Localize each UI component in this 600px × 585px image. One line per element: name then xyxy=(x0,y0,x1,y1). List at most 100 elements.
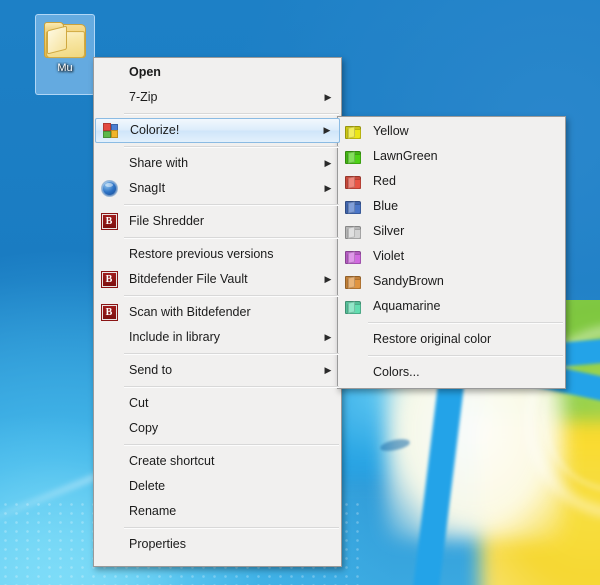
menu-item-label: Send to xyxy=(123,358,322,383)
folder-icon xyxy=(339,171,367,193)
folder-flap xyxy=(47,26,67,55)
bitdefender-icon-badge: B xyxy=(102,214,117,229)
menu-item-7-zip[interactable]: 7-Zip▶ xyxy=(95,85,340,110)
bitdefender-icon-badge: B xyxy=(102,305,117,320)
colorize-submenu[interactable]: YellowLawnGreenRedBlueSilverVioletSandyB… xyxy=(337,116,566,389)
menu-item-label: Restore original color xyxy=(367,327,546,352)
colorize-item-lawngreen[interactable]: LawnGreen xyxy=(339,144,564,169)
menu-item-open[interactable]: Open xyxy=(95,60,340,85)
menu-item-label: Rename xyxy=(123,499,322,524)
menu-separator xyxy=(124,237,339,239)
menu-item-label: Aquamarine xyxy=(367,294,546,319)
icon-slot-empty xyxy=(95,451,123,473)
folder-icon-shape xyxy=(345,200,361,214)
menu-separator xyxy=(124,146,339,148)
menu-item-bitdefender-file-vault[interactable]: B Bitdefender File Vault▶ xyxy=(95,267,340,292)
menu-separator xyxy=(124,353,339,355)
bitdefender-icon: B xyxy=(95,302,123,324)
submenu-arrow-icon: ▶ xyxy=(322,151,334,176)
folder-icon-shape xyxy=(345,300,361,314)
folder-icon xyxy=(339,146,367,168)
menu-item-label: Include in library xyxy=(123,325,322,350)
menu-item-label: Bitdefender File Vault xyxy=(123,267,322,292)
folder-icon-shape xyxy=(345,150,361,164)
icon-slot-empty xyxy=(95,327,123,349)
folder-icon-shape xyxy=(345,125,361,139)
menu-item-label: Create shortcut xyxy=(123,449,322,474)
folder-icon-shape xyxy=(345,225,361,239)
desktop-folder-icon[interactable]: Mu xyxy=(35,14,95,95)
submenu-arrow-icon: ▶ xyxy=(322,325,334,350)
menu-item-create-shortcut[interactable]: Create shortcut xyxy=(95,449,340,474)
menu-item-label: Colorize! xyxy=(124,118,321,143)
colorize-item-aquamarine[interactable]: Aquamarine xyxy=(339,294,564,319)
globe-icon xyxy=(95,178,123,200)
bitdefender-icon: B xyxy=(95,269,123,291)
colorize-item-violet[interactable]: Violet xyxy=(339,244,564,269)
colorize-item-colors[interactable]: Colors... xyxy=(339,360,564,385)
menu-item-scan-with-bitdefender[interactable]: BScan with Bitdefender xyxy=(95,300,340,325)
bitdefender-icon: B xyxy=(95,211,123,233)
icon-slot-empty xyxy=(339,329,367,351)
folder-icon xyxy=(339,271,367,293)
menu-item-copy[interactable]: Copy xyxy=(95,416,340,441)
folder-icon xyxy=(43,22,87,60)
folder-icon-shape xyxy=(345,175,361,189)
menu-item-label: Red xyxy=(367,169,546,194)
menu-item-label: Copy xyxy=(123,416,322,441)
colorize-item-sandybrown[interactable]: SandyBrown xyxy=(339,269,564,294)
colorize-item-red[interactable]: Red xyxy=(339,169,564,194)
bitdefender-icon-badge: B xyxy=(102,272,117,287)
submenu-arrow-icon: ▶ xyxy=(321,118,333,143)
menu-item-label: SandyBrown xyxy=(367,269,546,294)
folder-icon xyxy=(339,221,367,243)
menu-item-rename[interactable]: Rename xyxy=(95,499,340,524)
submenu-arrow-icon: ▶ xyxy=(322,267,334,292)
icon-slot-empty xyxy=(95,244,123,266)
colorize-icon-swatches xyxy=(103,123,118,138)
menu-item-label: Silver xyxy=(367,219,546,244)
menu-separator xyxy=(124,295,339,297)
menu-separator xyxy=(124,527,339,529)
menu-separator xyxy=(368,355,563,357)
menu-item-snagit[interactable]: SnagIt▶ xyxy=(95,176,340,201)
icon-slot-empty xyxy=(95,153,123,175)
colorize-item-yellow[interactable]: Yellow xyxy=(339,119,564,144)
menu-item-label: 7-Zip xyxy=(123,85,322,110)
menu-item-label: Yellow xyxy=(367,119,546,144)
menu-item-share-with[interactable]: Share with▶ xyxy=(95,151,340,176)
menu-item-label: Cut xyxy=(123,391,322,416)
colorize-item-restore-original-color[interactable]: Restore original color xyxy=(339,327,564,352)
colorize-item-silver[interactable]: Silver xyxy=(339,219,564,244)
menu-separator xyxy=(124,386,339,388)
menu-item-restore-previous-versions[interactable]: Restore previous versions xyxy=(95,242,340,267)
icon-slot-empty xyxy=(95,393,123,415)
colorize-icon xyxy=(96,120,124,142)
folder-icon xyxy=(339,246,367,268)
menu-separator xyxy=(124,444,339,446)
icon-slot-empty xyxy=(95,360,123,382)
menu-item-send-to[interactable]: Send to▶ xyxy=(95,358,340,383)
menu-item-file-shredder[interactable]: B File Shredder xyxy=(95,209,340,234)
menu-item-properties[interactable]: Properties xyxy=(95,532,340,557)
submenu-arrow-icon: ▶ xyxy=(322,85,334,110)
menu-item-cut[interactable]: Cut xyxy=(95,391,340,416)
menu-item-label: File Shredder xyxy=(123,209,322,234)
menu-item-label: Properties xyxy=(123,532,322,557)
menu-separator xyxy=(124,204,339,206)
menu-item-delete[interactable]: Delete xyxy=(95,474,340,499)
submenu-arrow-icon: ▶ xyxy=(322,358,334,383)
colorize-item-blue[interactable]: Blue xyxy=(339,194,564,219)
menu-item-label: Colors... xyxy=(367,360,546,385)
icon-slot-empty xyxy=(95,501,123,523)
menu-separator xyxy=(124,113,339,115)
folder-icon xyxy=(339,196,367,218)
menu-item-label: Blue xyxy=(367,194,546,219)
menu-item-label: Restore previous versions xyxy=(123,242,322,267)
menu-item-include-in-library[interactable]: Include in library▶ xyxy=(95,325,340,350)
icon-slot-empty xyxy=(95,418,123,440)
menu-item-colorize[interactable]: Colorize!▶ xyxy=(95,118,340,143)
explorer-context-menu[interactable]: Open7-Zip▶Colorize!▶Share with▶SnagIt▶BF… xyxy=(93,57,342,567)
icon-slot-empty xyxy=(339,362,367,384)
globe-icon-sphere xyxy=(101,180,118,197)
